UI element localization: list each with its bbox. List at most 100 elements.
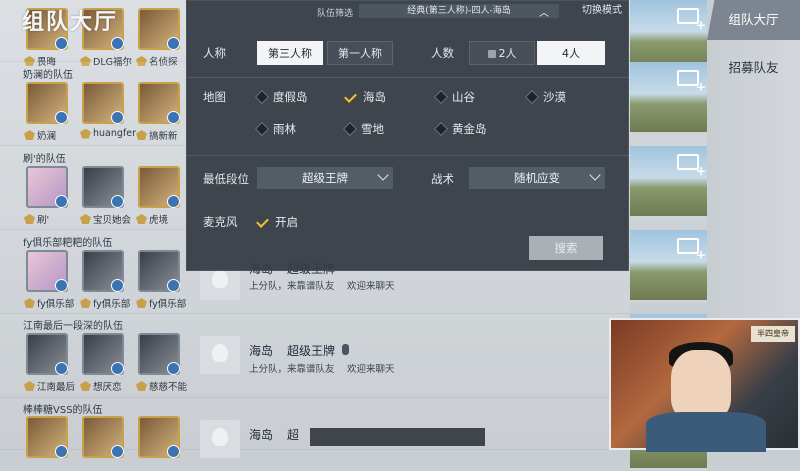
row-desc: 上分队，来靠谱队友 [249,281,335,292]
perspective-third[interactable]: 第三人称 [257,41,323,65]
tactic-dropdown[interactable]: 随机应变 [469,167,605,189]
avatar [138,333,180,375]
team-name: 棒棒糖VSS的队伍 [23,405,103,416]
perspective-first[interactable]: 第一人称 [327,41,393,65]
map-option-erangel[interactable]: 海岛 [345,89,386,105]
webcam-overlay: 半四皇帝 [609,318,800,452]
avatar [138,166,180,208]
mic-label: 麦克风 [203,215,238,229]
rank-icon [24,214,35,224]
count-2[interactable]: 2人 [469,41,535,65]
row-map: 海岛 [249,344,274,358]
avatar [26,82,68,124]
min-rank-label: 最低段位 [203,172,249,186]
leader-avatar [200,420,240,458]
lock-icon [487,50,496,58]
avatar [82,333,124,375]
map-thumbnail[interactable] [630,146,707,219]
divider [187,155,630,156]
avatar [82,166,124,208]
map-thumbnail[interactable] [630,62,707,135]
filter-dropdown[interactable]: 经典(第三人称)-四人-海岛 [359,4,559,18]
member[interactable]: huangfer [80,82,136,139]
map-option-valley[interactable]: 山谷 [433,89,475,105]
unchecked-icon [524,89,540,105]
tab-recruit[interactable]: 招募队友 [707,48,800,88]
row-desc-welcome: 欢迎来聊天 [347,281,395,292]
avatar [26,416,68,458]
rank-icon [136,214,147,224]
member[interactable]: 江南最后 [24,333,75,393]
team-members: fy俱乐部 fy俱乐部 fy俱乐部 [24,250,186,310]
mic-icon [342,344,349,355]
bottom-overlay-bar [310,428,485,446]
member[interactable]: fy俱乐部 [80,250,130,310]
member[interactable]: fy俱乐部 [24,250,74,310]
avatar [82,82,124,124]
streamer-face [671,350,731,420]
member[interactable] [138,416,182,458]
member[interactable]: 慈慈不能 [136,333,187,393]
map-option-rainforest[interactable]: 雨林 [254,121,296,137]
divider [187,77,630,78]
join-team-icon[interactable] [677,154,706,178]
rank-icon [80,381,91,391]
row-map: 海岛 [249,428,274,442]
map-thumbnail[interactable] [630,230,707,303]
member[interactable]: fy俱乐部 [136,250,186,310]
map-option-desert[interactable]: 沙漠 [524,89,566,105]
mode-switch[interactable]: 切换模式 [582,1,622,16]
search-button[interactable]: 搜索 [529,236,603,260]
team-info-row[interactable]: 海岛 超级王牌 上分队，来靠谱队友 欢迎来聊天 [192,336,592,398]
member[interactable]: 搞新新 [136,82,182,142]
unchecked-icon [342,121,358,137]
team-name: 江南最后一段深的队伍 [23,321,123,332]
unchecked-icon [433,89,449,105]
team-members: 奶澜 huangfer 搞新新 [24,82,182,142]
tab-team-lobby[interactable]: 组队大厅 [707,0,800,40]
member[interactable]: 虎境 [136,166,182,226]
filter-panel: 队伍筛选 经典(第三人称)-四人-海岛 ︿ 切换模式 人称 第三人称 第一人称 … [186,0,630,271]
perspective-label: 人称 [203,46,226,60]
avatar [82,250,124,292]
min-rank-dropdown[interactable]: 超级王牌 [257,167,393,189]
avatar [138,250,180,292]
chevron-up-icon[interactable]: ︿ [539,4,549,19]
avatar [138,416,180,458]
team-name: 刷'的队伍 [23,154,66,165]
member[interactable]: 刷' [24,166,70,226]
map-option-golden-island[interactable]: 黄金岛 [433,121,487,137]
rank-icon [136,381,147,391]
count-4[interactable]: 4人 [537,41,605,65]
chevron-down-icon [377,169,389,181]
map-option-resort[interactable]: 度假岛 [254,89,308,105]
member[interactable] [26,416,70,458]
rank-icon [136,130,147,140]
member[interactable]: 奶澜 [24,82,70,142]
avatar [82,416,124,458]
filter-header: 队伍筛选 经典(第三人称)-四人-海岛 ︿ 切换模式 [187,1,630,21]
team-members: 江南最后 想厌恋 慈慈不能 [24,333,187,393]
page-title: 组队大厅 [22,10,119,35]
count-label: 人数 [431,46,454,60]
row-rank: 超级王牌 [287,344,336,358]
member[interactable] [82,416,126,458]
map-label: 地图 [203,90,226,104]
join-team-icon[interactable] [677,70,706,94]
avatar [26,166,68,208]
mic-toggle[interactable]: 开启 [257,214,298,230]
rank-icon [24,298,35,308]
join-team-icon[interactable] [677,8,706,32]
join-team-icon[interactable] [677,238,706,262]
checkmark-icon [345,91,357,103]
row-rank: 超 [287,428,300,442]
member[interactable]: 想厌恋 [80,333,126,393]
rank-icon [24,381,35,391]
team-name: 奶澜的队伍 [23,70,73,81]
unchecked-icon [433,121,449,137]
member[interactable]: 宝贝她会 [80,166,131,226]
map-option-snow[interactable]: 雪地 [342,121,384,137]
team-name: fy俱乐部粑粑的队伍 [23,238,113,249]
unchecked-icon [254,89,270,105]
rank-icon [80,128,91,139]
